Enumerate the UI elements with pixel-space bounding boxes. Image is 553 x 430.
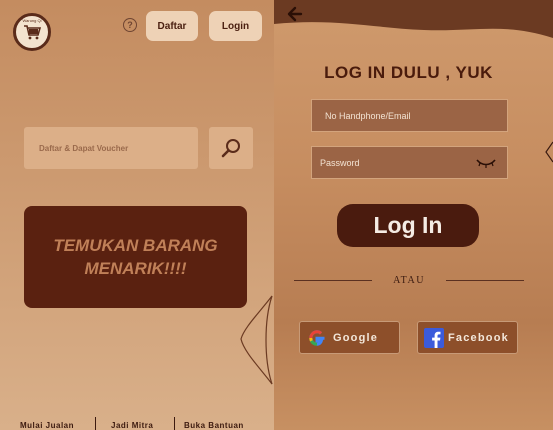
promo-banner[interactable]: TEMUKAN BARANG MENARIK!!!! <box>24 206 247 308</box>
footer-separator <box>95 417 96 430</box>
banner-line-1: TEMUKAN BARANG <box>53 236 218 255</box>
google-icon <box>308 329 326 347</box>
footer-jadi-mitra[interactable]: Jadi Mitra <box>111 421 153 430</box>
login-screen: LOG IN DULU , YUK No Handphone/Email Pas… <box>274 0 553 430</box>
logo-text: Warung Qi <box>22 18 42 23</box>
divider-line-left <box>294 280 372 281</box>
daftar-button[interactable]: Daftar <box>146 11 198 41</box>
search-placeholder: Daftar & Dapat Voucher <box>39 143 129 153</box>
footer-separator <box>174 417 175 430</box>
eye-closed-icon[interactable] <box>475 158 497 168</box>
decorative-curve <box>240 295 273 385</box>
search-button[interactable] <box>209 127 253 169</box>
google-login-button[interactable]: Google <box>299 321 400 354</box>
facebook-icon <box>424 327 444 348</box>
google-label: Google <box>333 331 379 344</box>
footer-buka-bantuan[interactable]: Buka Bantuan <box>184 421 244 430</box>
email-field[interactable]: No Handphone/Email <box>311 99 508 132</box>
search-icon <box>221 139 240 158</box>
login-title: LOG IN DULU , YUK <box>324 63 493 82</box>
divider-text: ATAU <box>393 275 425 286</box>
footer-mulai-jualan[interactable]: Mulai Jualan <box>20 421 74 430</box>
header-wave <box>274 0 553 38</box>
app-logo[interactable]: Warung Qi <box>13 13 51 51</box>
back-arrow-icon[interactable] <box>286 5 304 23</box>
divider-line-right <box>446 280 524 281</box>
login-button[interactable]: Login <box>209 11 262 41</box>
email-placeholder: No Handphone/Email <box>325 110 411 121</box>
password-field[interactable]: Password <box>311 146 508 179</box>
login-submit-button[interactable]: Log In <box>337 204 479 247</box>
banner-line-2: MENARIK!!!! <box>84 259 187 278</box>
search-input[interactable]: Daftar & Dapat Voucher <box>24 127 198 169</box>
footer-nav: Mulai Jualan Jadi Mitra Buka Bantuan <box>0 415 274 430</box>
home-screen: Warung Qi ? Daftar Login Daftar & Dapat … <box>0 0 274 430</box>
chevron-left-icon[interactable] <box>545 140 553 164</box>
facebook-login-button[interactable]: Facebook <box>417 321 518 354</box>
password-placeholder: Password <box>320 157 360 168</box>
cart-icon <box>24 25 41 40</box>
help-circle-icon[interactable]: ? <box>123 18 137 32</box>
banner-text: TEMUKAN BARANG MENARIK!!!! <box>46 234 226 280</box>
facebook-label: Facebook <box>448 331 509 344</box>
